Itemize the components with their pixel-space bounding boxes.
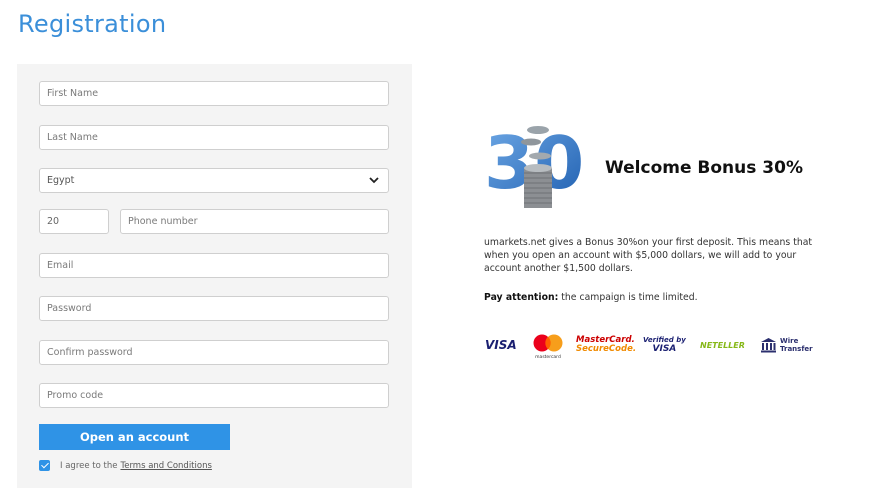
attention-label: Pay attention: (484, 292, 559, 303)
page-title: Registration (18, 10, 167, 38)
bonus-coins-image: 30 (484, 121, 584, 208)
securecode-logo: MasterCard. SecureCode. (576, 336, 636, 354)
bank-icon (761, 338, 776, 353)
country-select[interactable]: Egypt (39, 168, 389, 193)
email-field[interactable] (39, 253, 389, 278)
neteller-logo: NETELLER (700, 341, 745, 350)
country-select-value: Egypt (47, 175, 75, 186)
last-name-field[interactable] (39, 125, 389, 150)
mastercard-logo: mastercard (531, 334, 565, 360)
open-account-button[interactable]: Open an account (39, 424, 230, 450)
chevron-down-icon (369, 177, 379, 184)
promo-attention: Pay attention: the campaign is time limi… (484, 292, 698, 303)
agree-label: I agree to the (60, 460, 118, 471)
promo-description: umarkets.net gives a Bonus 30%on your fi… (484, 237, 813, 274)
verified-line2: VISA (652, 344, 677, 354)
wire-line1: Wire (780, 337, 799, 345)
mastercard-small-label: mastercard (535, 355, 561, 360)
mastercard-circles-icon (533, 334, 563, 352)
visa-logo: VISA (485, 338, 517, 352)
wire-line2: Transfer (780, 345, 813, 353)
agree-checkbox[interactable] (39, 460, 50, 471)
verified-by-visa-logo: Verified by VISA (643, 336, 686, 354)
phone-code-field[interactable] (39, 209, 109, 234)
securecode-line2: SecureCode. (576, 344, 637, 354)
terms-link[interactable]: Terms and Conditions (120, 461, 211, 471)
password-field[interactable] (39, 296, 389, 321)
attention-text: the campaign is time limited. (558, 292, 698, 303)
phone-number-field[interactable] (120, 209, 389, 234)
promo-code-field[interactable] (39, 383, 389, 408)
confirm-password-field[interactable] (39, 340, 389, 365)
wire-transfer-logo: Wire Transfer (760, 337, 813, 353)
terms-agreement: I agree to the Terms and Conditions (39, 460, 212, 471)
first-name-field[interactable] (39, 81, 389, 106)
promo-heading: Welcome Bonus 30% (605, 158, 803, 178)
